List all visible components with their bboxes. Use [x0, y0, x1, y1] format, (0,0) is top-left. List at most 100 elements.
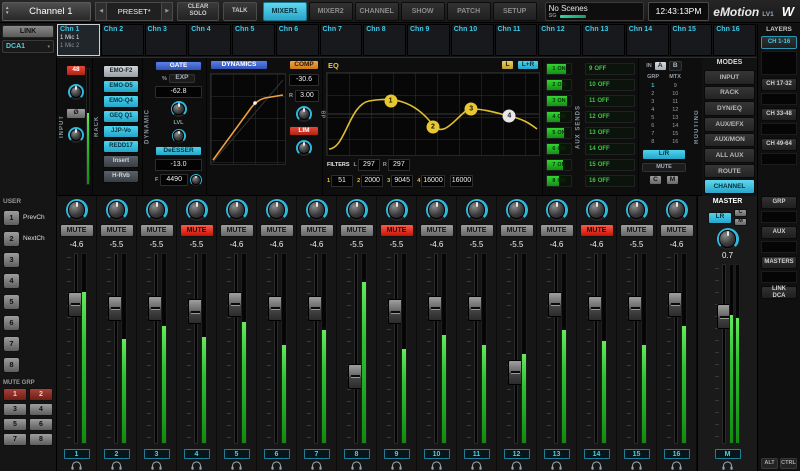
preset-next-button[interactable]: ▶ — [161, 2, 173, 21]
mute-group-button[interactable]: 4 — [29, 403, 53, 416]
aux-send[interactable]: 3ON — [546, 95, 572, 107]
fader-track[interactable] — [314, 253, 318, 444]
filter-value[interactable]: 297 — [358, 159, 380, 171]
fader-track[interactable] — [634, 253, 638, 444]
cue-solo-control[interactable] — [430, 460, 443, 471]
deesser-freq-display[interactable]: 4490 — [160, 174, 188, 186]
input-b-button[interactable]: B — [669, 61, 682, 71]
eq-band-readout[interactable]: 1 51 — [327, 175, 353, 187]
aux-send[interactable]: 8ON — [546, 175, 572, 187]
channel-number[interactable]: 10 — [424, 449, 450, 459]
master-cue-button[interactable]: C — [734, 209, 747, 217]
gate-threshold-knob[interactable] — [171, 101, 187, 117]
mute-button[interactable]: MUTE — [660, 224, 694, 237]
main-tab[interactable]: MIXER2 — [309, 2, 353, 21]
mode-button[interactable]: AUX/MON — [704, 133, 755, 148]
main-tab[interactable]: PATCH — [447, 2, 491, 21]
limiter-button[interactable]: LIM — [289, 126, 319, 136]
aux-send[interactable]: 12 OFF — [585, 111, 635, 123]
cue-solo-control[interactable] — [590, 460, 603, 471]
mute-button[interactable]: MUTE — [100, 224, 134, 237]
pan-knob[interactable] — [186, 199, 208, 221]
scene-display[interactable]: No Scenes SG — [545, 2, 644, 21]
deesser-button[interactable]: DeESSER — [155, 146, 202, 156]
fader-track[interactable] — [674, 253, 678, 444]
channel-number[interactable]: 3 — [144, 449, 170, 459]
user-assignable-button[interactable]: 4 — [3, 273, 20, 289]
mode-button[interactable]: ALL AUX — [704, 148, 755, 163]
routing-assign-cell[interactable]: 9 — [665, 83, 687, 90]
main-tab[interactable]: SHOW — [401, 2, 445, 21]
rack-plugin-slot[interactable]: Insert — [103, 155, 139, 168]
mute-button[interactable]: MUTE — [620, 224, 654, 237]
mute-button[interactable]: MUTE — [260, 224, 294, 237]
cue-solo-control[interactable] — [550, 460, 563, 471]
cue-solo-control[interactable] — [110, 460, 123, 471]
comp-threshold-display[interactable]: -30.6 — [289, 74, 319, 86]
cue-solo-control[interactable] — [470, 460, 483, 471]
eq-band-readout[interactable]: 3 9045 — [387, 175, 413, 187]
layer-button[interactable]: CH 17-32 — [761, 78, 797, 91]
aux-send[interactable]: 7ON — [546, 159, 572, 171]
pan-knob[interactable] — [626, 199, 648, 221]
aux-send[interactable]: 4ON — [546, 111, 572, 123]
mono-button[interactable]: M — [666, 175, 679, 185]
pan-knob[interactable] — [266, 199, 288, 221]
main-tab[interactable]: SETUP — [493, 2, 537, 21]
eq-band-readout[interactable]: 16000 — [449, 175, 473, 187]
channel-tab[interactable]: Chn 11 — [495, 24, 538, 56]
channel-number[interactable]: 1 — [64, 449, 90, 459]
dca-selector[interactable]: DCA1 ▾ — [2, 40, 54, 53]
mute-button[interactable]: MUTE — [60, 224, 94, 237]
input-a-button[interactable]: A — [654, 61, 667, 71]
channel-tab[interactable]: Chn 12 — [538, 24, 581, 56]
deesser-threshold-display[interactable]: -13.0 — [155, 159, 202, 171]
routing-assign-cell[interactable]: 1 — [642, 83, 664, 90]
fader-track[interactable] — [274, 253, 278, 444]
expander-mode-button[interactable]: EXP — [169, 74, 195, 83]
talk-button[interactable]: TALK — [223, 2, 257, 21]
rack-plugin-slot[interactable]: EMO-Q4 — [103, 95, 139, 108]
layer-button[interactable]: GRP — [761, 196, 797, 209]
mode-button[interactable]: DYN/EQ — [704, 101, 755, 116]
fader-track[interactable] — [354, 253, 358, 444]
channel-tab[interactable]: Chn 15 — [670, 24, 713, 56]
deesser-freq-knob[interactable] — [190, 174, 202, 186]
aux-send[interactable]: 15 OFF — [585, 159, 635, 171]
comp-ratio-display[interactable]: 3.00 — [295, 90, 319, 102]
routing-assign-cell[interactable]: 14 — [665, 123, 687, 130]
layer-button[interactable]: CH 33-48 — [761, 108, 797, 121]
pan-knob[interactable] — [386, 199, 408, 221]
aux-send[interactable]: 11 OFF — [585, 95, 635, 107]
mute-button[interactable]: MUTE — [500, 224, 534, 237]
filter-readout[interactable]: L 297 — [354, 159, 380, 171]
mode-button[interactable]: AUX/EFX — [704, 117, 755, 132]
mute-button[interactable]: MUTE — [580, 224, 614, 237]
channel-tab[interactable]: Chn 13 — [582, 24, 625, 56]
mute-button[interactable]: MUTE — [540, 224, 574, 237]
channel-select-arrows-icon[interactable]: ▲▼ — [3, 6, 11, 16]
input-trim-knob[interactable] — [68, 127, 84, 143]
eq-band-handle[interactable]: 4 — [503, 109, 516, 122]
routing-assign-cell[interactable]: 3 — [642, 99, 664, 106]
mute-button[interactable]: MUTE — [380, 224, 414, 237]
cue-solo-control[interactable] — [190, 460, 203, 471]
mute-group-button[interactable]: 2 — [29, 388, 53, 401]
aux-send[interactable]: 16 OFF — [585, 175, 635, 187]
gate-level-knob[interactable] — [172, 129, 186, 143]
eq-band-value[interactable]: 16000 — [421, 175, 444, 187]
channel-number[interactable]: 6 — [264, 449, 290, 459]
channel-tab[interactable]: Chn 16 — [713, 24, 756, 56]
user-assignable-button[interactable]: 7 — [3, 336, 20, 352]
link-button[interactable]: LINK — [2, 25, 54, 38]
user-assignable-button[interactable]: 1 — [3, 210, 20, 226]
master-cue-solo-control[interactable] — [721, 460, 734, 471]
routing-assign-cell[interactable]: 4 — [642, 107, 664, 114]
clear-solo-button[interactable]: CLEAR SOLO — [177, 2, 219, 21]
layer-button[interactable]: MASTERS — [761, 256, 797, 269]
filter-readout[interactable]: R 297 — [383, 159, 410, 171]
routing-assign-cell[interactable]: 15 — [665, 131, 687, 138]
preset-label[interactable]: PRESET* — [107, 2, 161, 21]
routing-assign-cell[interactable]: 8 — [642, 139, 664, 146]
eq-band-readout[interactable]: 2 2000 — [357, 175, 383, 187]
